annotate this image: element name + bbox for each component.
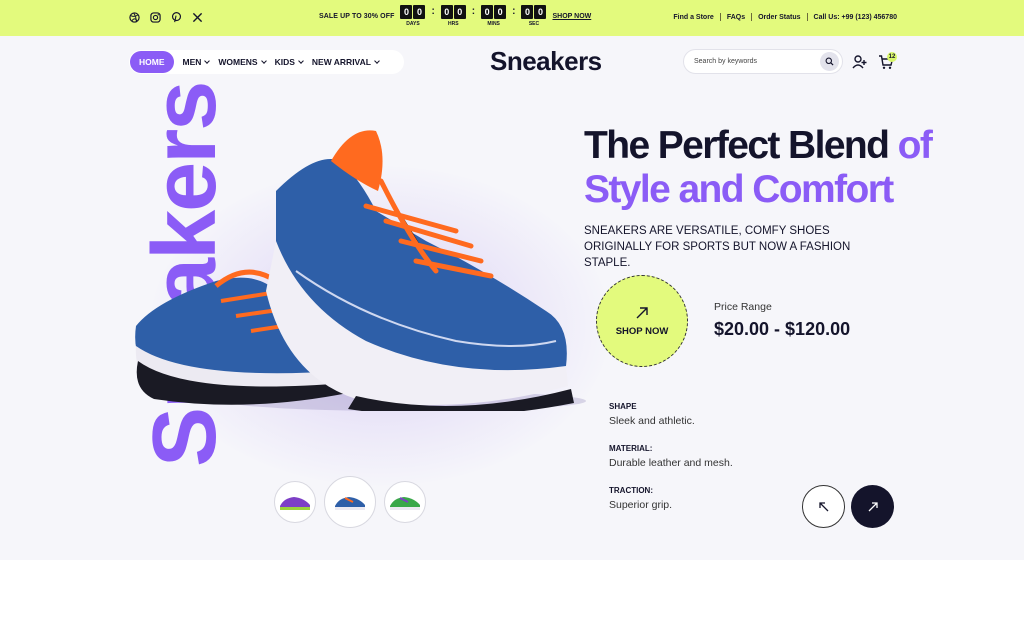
spec-label: SHAPE (609, 402, 637, 411)
sale-countdown: SALE UP TO 30% OFF 0 0 DAYS : 0 0 HRS : … (319, 5, 591, 27)
pinterest-icon[interactable] (170, 11, 183, 24)
countdown-separator: : (471, 6, 476, 17)
sneaker-thumbnail-icon (280, 497, 310, 510)
find-store-link[interactable]: Find a Store (673, 14, 713, 21)
arrow-up-right-icon (868, 501, 878, 511)
nav-item-label: WOMENS (218, 57, 258, 67)
topbar-shop-now-link[interactable]: SHOP NOW (552, 13, 591, 20)
chevron-down-icon (260, 58, 267, 64)
social-links (128, 11, 204, 24)
search-button[interactable] (820, 52, 839, 71)
price-range-value: $20.00 - $120.00 (714, 319, 851, 339)
faqs-link[interactable]: FAQs (727, 14, 745, 21)
headline-part-2: of (897, 124, 933, 167)
divider (751, 13, 753, 21)
cart-count-badge: 12 (887, 52, 897, 62)
shop-now-button[interactable]: SHOP NOW (596, 275, 688, 367)
order-status-link[interactable]: Order Status (758, 14, 800, 21)
chevron-down-icon (204, 58, 211, 64)
thumbnail-purple-green[interactable] (274, 481, 316, 523)
nav-item-label: MEN (182, 57, 202, 67)
hero-subtitle: SNEAKERS ARE VERSATILE, COMFY SHOES ORIG… (584, 225, 851, 269)
nav-item-womens[interactable]: WOMENS (218, 57, 267, 67)
spec-value: Sleek and athletic. (609, 415, 695, 427)
hero-section: HOME MEN WOMENS KIDS NEW ARRIVAL Sneaker… (0, 36, 1024, 560)
shop-now-label: SHOP NOW (615, 325, 669, 337)
arrow-up-left-icon (818, 501, 828, 511)
countdown-hours: 0 0 HRS (440, 5, 466, 27)
nav-item-home[interactable]: HOME (130, 51, 174, 73)
countdown-separator: : (512, 6, 516, 17)
spec-material: MATERIAL: Durable leather and mesh. (609, 444, 733, 469)
spec-label: MATERIAL: (609, 444, 653, 453)
hero-headline: The Perfect Blend of Style and Comfort (584, 124, 933, 212)
spec-value: Durable leather and mesh. (609, 457, 733, 469)
countdown-label: SEC (528, 21, 540, 27)
utility-links: Find a Store FAQs Order Status Call Us: … (673, 13, 897, 21)
price-range-label: Price Range (714, 301, 772, 313)
countdown-digit: 0 (400, 5, 413, 19)
spec-shape: SHAPE Sleek and athletic. (609, 402, 695, 427)
countdown-days: 0 0 DAYS (400, 5, 426, 27)
logo-text: Sneakers (490, 46, 602, 76)
divider (806, 13, 808, 21)
add-user-icon[interactable] (852, 54, 868, 70)
spec-value: Superior grip. (609, 499, 673, 511)
search-bar[interactable]: Search by keywords (683, 49, 843, 74)
instagram-icon[interactable] (149, 11, 162, 24)
divider (719, 13, 721, 21)
nav-item-label: KIDS (274, 57, 295, 67)
nav-item-label: NEW ARRIVAL (311, 57, 371, 67)
countdown-label: MINS (487, 21, 500, 27)
countdown-digit: 0 (413, 5, 426, 19)
main-nav: HOME MEN WOMENS KIDS NEW ARRIVAL (129, 50, 404, 74)
sneaker-thumbnail-icon (390, 497, 420, 510)
previous-slide-button[interactable] (802, 485, 845, 528)
countdown-digit: 0 (534, 5, 547, 19)
headline-part-3: Style and Comfort (584, 168, 894, 211)
sneaker-product-image (135, 130, 586, 411)
thumbnail-green-purple[interactable] (384, 481, 426, 523)
countdown-digit: 0 (440, 5, 453, 19)
dribbble-icon[interactable] (128, 11, 141, 24)
sneaker-thumbnail-icon (335, 497, 365, 510)
thumbnail-blue-orange[interactable] (324, 476, 376, 528)
site-logo[interactable]: Sneakers (484, 46, 602, 77)
next-slide-button[interactable] (851, 485, 894, 528)
arrow-up-right-icon (636, 306, 648, 318)
nav-item-new-arrival[interactable]: NEW ARRIVAL (311, 57, 380, 67)
chevron-down-icon (298, 58, 304, 64)
countdown-seconds: 0 0 SEC (521, 5, 547, 27)
chevron-down-icon (374, 58, 380, 64)
product-thumbnails (274, 476, 426, 528)
nav-item-men[interactable]: MEN (182, 57, 211, 67)
countdown-label: HRS (448, 21, 459, 27)
search-input[interactable]: Search by keywords (694, 58, 820, 65)
nav-item-kids[interactable]: KIDS (274, 57, 304, 67)
spec-label: TRACTION: (609, 486, 653, 495)
top-announcement-bar: SALE UP TO 30% OFF 0 0 DAYS : 0 0 HRS : … (0, 0, 1024, 36)
countdown-digit: 0 (481, 5, 494, 19)
call-us-link[interactable]: Call Us: +99 (123) 456780 (814, 14, 897, 21)
x-icon[interactable] (191, 11, 204, 24)
search-icon (825, 57, 834, 66)
spec-traction: TRACTION: Superior grip. (609, 486, 672, 511)
countdown-digit: 0 (453, 5, 466, 19)
sale-text: SALE UP TO 30% OFF (319, 13, 395, 20)
countdown-minutes: 0 0 MINS (481, 5, 507, 27)
countdown-digit: 0 (521, 5, 534, 19)
countdown-label: DAYS (406, 21, 420, 27)
countdown-separator: : (431, 6, 435, 17)
headline-part-1: The Perfect Blend (584, 124, 890, 167)
countdown-digit: 0 (494, 5, 507, 19)
